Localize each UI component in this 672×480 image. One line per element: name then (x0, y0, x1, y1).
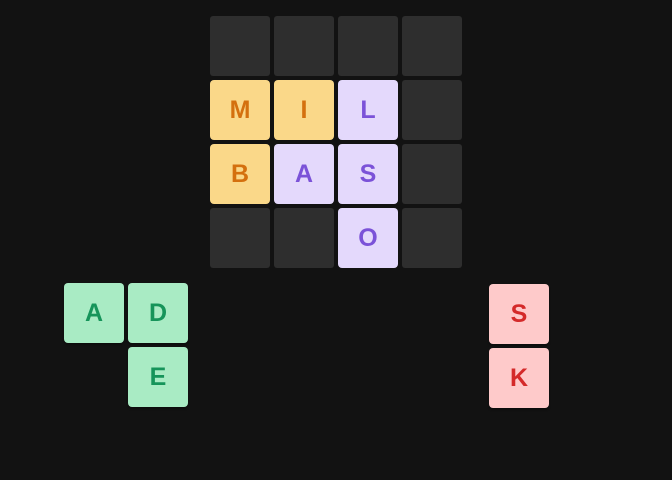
tile-letter: K (509, 363, 529, 392)
tile-letter: B (230, 159, 250, 188)
tile-letter: S (359, 159, 377, 188)
board-tile-i[interactable]: I (274, 80, 334, 140)
tile-letter: I (300, 95, 308, 124)
green-piece[interactable]: A D E (64, 283, 188, 407)
green-tile-a[interactable]: A (64, 283, 124, 343)
empty-cell[interactable] (210, 208, 270, 268)
empty-cell[interactable] (210, 16, 270, 76)
red-tile-s[interactable]: S (489, 284, 549, 344)
board-tile-m[interactable]: M (210, 80, 270, 140)
empty-cell[interactable] (402, 16, 462, 76)
green-tile-e[interactable]: E (128, 347, 188, 407)
tile-letter: A (84, 298, 104, 327)
tile-letter: O (358, 223, 378, 252)
tile-letter: D (148, 298, 168, 327)
green-tile-d[interactable]: D (128, 283, 188, 343)
tile-letter: L (360, 95, 376, 124)
red-piece[interactable]: S K (489, 284, 549, 408)
board-tile-s[interactable]: S (338, 144, 398, 204)
tile-letter: M (229, 95, 251, 124)
red-tile-k[interactable]: K (489, 348, 549, 408)
tile-letter: E (149, 362, 167, 391)
empty-cell[interactable] (338, 16, 398, 76)
tile-letter: A (294, 159, 314, 188)
board-tile-l[interactable]: L (338, 80, 398, 140)
empty-cell[interactable] (274, 208, 334, 268)
board-tile-o[interactable]: O (338, 208, 398, 268)
empty-cell[interactable] (402, 80, 462, 140)
board-tile-b[interactable]: B (210, 144, 270, 204)
game-board: M I L B A S O (210, 16, 462, 268)
board-tile-a[interactable]: A (274, 144, 334, 204)
tile-letter: S (510, 299, 528, 328)
empty-cell[interactable] (402, 144, 462, 204)
empty-cell[interactable] (274, 16, 334, 76)
empty-cell[interactable] (402, 208, 462, 268)
